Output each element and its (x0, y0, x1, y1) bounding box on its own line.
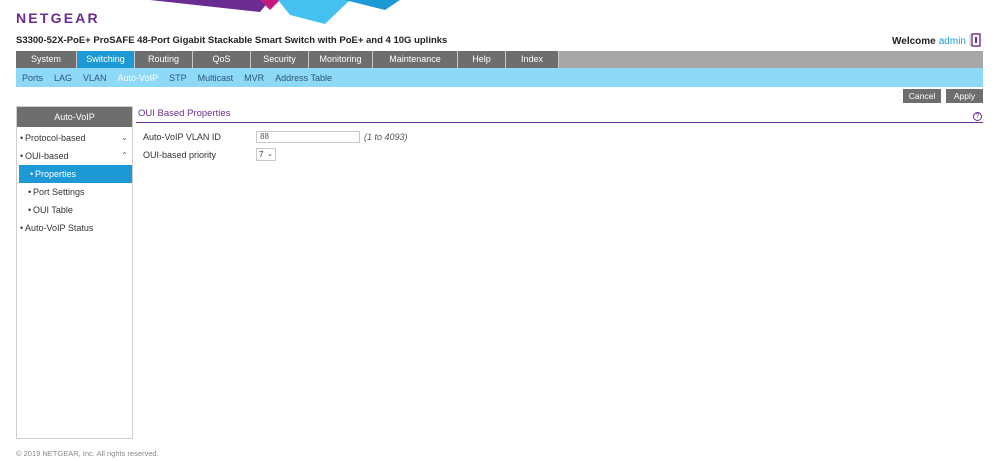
vlan-id-input[interactable]: 88 (256, 131, 360, 143)
help-icon[interactable]: ? (973, 112, 982, 121)
sidebar-item-label: OUI-based (25, 151, 69, 161)
priority-select[interactable]: 7 ⌄ (256, 148, 276, 161)
sidebar-item-label: OUI Table (33, 205, 73, 215)
section-divider (136, 122, 983, 123)
vlan-id-range: (1 to 4093) (364, 132, 408, 142)
netgear-logo: NETGEAR (16, 10, 100, 26)
subnav-ports[interactable]: Ports (22, 73, 43, 83)
sidebar-item-label: Protocol-based (25, 133, 86, 143)
user-link[interactable]: admin (939, 36, 966, 47)
sidebar: Auto-VoIP • Protocol-based ⌄ • OUI-based ⌃… (16, 106, 133, 439)
sidebar-title: Auto-VoIP (17, 107, 132, 127)
header-banner (150, 0, 400, 24)
subnav-address-table[interactable]: Address Table (275, 73, 332, 83)
sidebar-item-oui-table[interactable]: • OUI Table (17, 201, 132, 219)
vlan-id-label: Auto-VoIP VLAN ID (143, 132, 221, 142)
chevron-up-icon: ⌃ (121, 151, 128, 160)
copyright: © 2019 NETGEAR, Inc. All rights reserved… (16, 449, 159, 458)
tab-index[interactable]: Index (506, 51, 559, 68)
sidebar-item-label: Port Settings (33, 187, 85, 197)
tab-monitoring[interactable]: Monitoring (309, 51, 373, 68)
subnav-multicast[interactable]: Multicast (198, 73, 234, 83)
subnav-mvr[interactable]: MVR (244, 73, 264, 83)
subnav-lag[interactable]: LAG (54, 73, 72, 83)
sub-nav: Ports LAG VLAN Auto-VoIP STP Multicast M… (16, 68, 983, 87)
sidebar-item-properties[interactable]: • Properties (19, 165, 132, 183)
tab-help[interactable]: Help (458, 51, 506, 68)
sidebar-item-label: Properties (35, 169, 77, 179)
apply-button[interactable]: Apply (946, 89, 983, 103)
tab-switching[interactable]: Switching (77, 51, 135, 68)
sidebar-item-label: Auto-VoIP Status (25, 223, 94, 233)
chevron-down-icon: ⌄ (121, 133, 128, 142)
section-title: OUI Based Properties (138, 108, 231, 119)
sidebar-item-port-settings[interactable]: • Port Settings (17, 183, 132, 201)
cancel-button[interactable]: Cancel (903, 89, 941, 103)
chevron-down-icon: ⌄ (267, 151, 273, 158)
tab-security[interactable]: Security (251, 51, 309, 68)
top-nav: System Switching Routing QoS Security Mo… (16, 51, 983, 68)
device-title: S3300-52X-PoE+ ProSAFE 48-Port Gigabit S… (16, 35, 448, 46)
tab-system[interactable]: System (16, 51, 77, 68)
priority-value: 7 (259, 150, 264, 159)
subnav-stp[interactable]: STP (169, 73, 187, 83)
subnav-vlan[interactable]: VLAN (83, 73, 107, 83)
welcome-label: Welcome (892, 36, 936, 47)
welcome-text: Welcome admin (892, 36, 966, 47)
priority-label: OUI-based priority (143, 150, 217, 160)
tab-qos[interactable]: QoS (193, 51, 251, 68)
sidebar-item-protocol-based[interactable]: • Protocol-based ⌄ (17, 129, 132, 147)
sidebar-item-auto-voip-status[interactable]: • Auto-VoIP Status (17, 219, 132, 237)
sidebar-item-oui-based[interactable]: • OUI-based ⌃ (17, 147, 132, 165)
subnav-auto-voip[interactable]: Auto-VoIP (118, 73, 159, 83)
logout-icon[interactable] (969, 33, 983, 47)
tab-routing[interactable]: Routing (135, 51, 193, 68)
tab-maintenance[interactable]: Maintenance (373, 51, 458, 68)
